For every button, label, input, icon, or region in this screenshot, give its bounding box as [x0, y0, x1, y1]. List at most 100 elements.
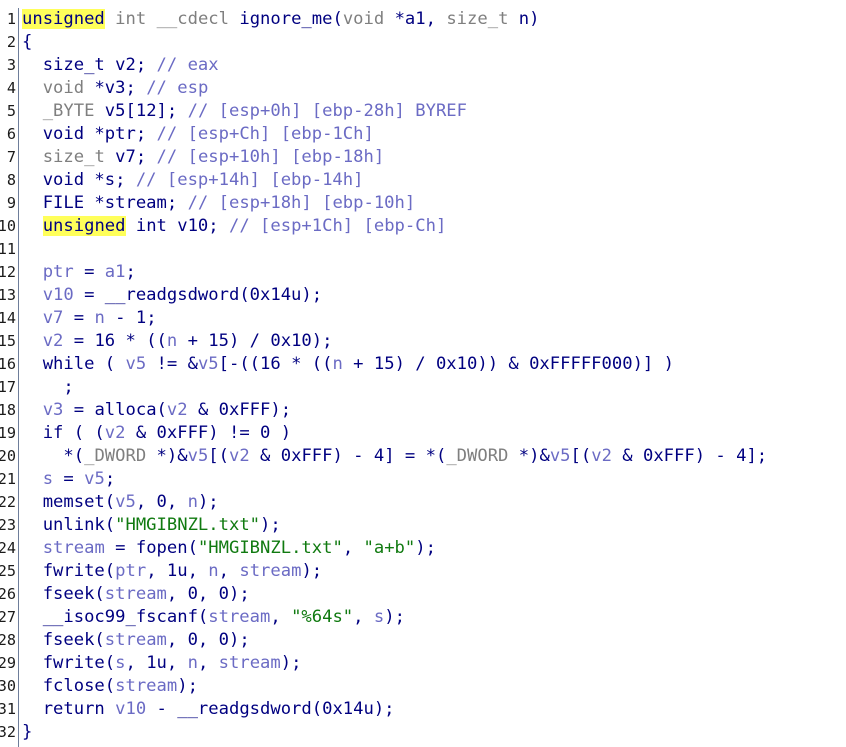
- code-token[interactable]: v2: [167, 400, 188, 420]
- code-token[interactable]: __isoc99_fscanf(: [22, 607, 209, 627]
- code-token[interactable]: size_t v2;: [22, 55, 157, 75]
- code-token[interactable]: [146, 9, 156, 29]
- code-token[interactable]: stream: [219, 653, 281, 673]
- code-line[interactable]: _BYTE v5[12]; // [esp+0h] [ebp-28h] BYRE…: [22, 100, 467, 123]
- code-token[interactable]: [22, 147, 43, 167]
- code-token[interactable]: stream: [208, 607, 270, 627]
- code-token[interactable]: [22, 101, 43, 121]
- code-token[interactable]: FILE *stream;: [22, 193, 188, 213]
- code-line[interactable]: return v10 - __readgsdword(0x14u);: [22, 698, 395, 721]
- code-token[interactable]: while (: [22, 354, 125, 374]
- code-token[interactable]: "HMGIBNZL.txt": [198, 538, 343, 558]
- code-line[interactable]: stream = fopen("HMGIBNZL.txt", "a+b");: [22, 537, 436, 560]
- highlighted-keyword[interactable]: unsigned: [22, 9, 105, 29]
- code-token[interactable]: v5: [115, 492, 136, 512]
- code-token[interactable]: return: [22, 699, 115, 719]
- code-line[interactable]: fclose(stream);: [22, 675, 198, 698]
- code-token[interactable]: v3: [43, 400, 64, 420]
- code-line[interactable]: size_t v7; // [esp+10h] [ebp-18h]: [22, 146, 385, 169]
- code-token[interactable]: // eax: [157, 55, 219, 75]
- code-token[interactable]: v5: [188, 446, 209, 466]
- code-token[interactable]: );: [384, 607, 405, 627]
- pseudocode-text[interactable]: unsigned int __cdecl ignore_me(void *a1,…: [22, 8, 842, 747]
- code-token[interactable]: [(: [208, 446, 229, 466]
- code-line[interactable]: if ( (v2 & 0xFFF) != 0 ): [22, 422, 291, 445]
- code-token[interactable]: size_t: [43, 147, 105, 167]
- code-token[interactable]: v2: [43, 331, 64, 351]
- code-token[interactable]: ptr: [115, 561, 146, 581]
- code-token[interactable]: stream: [105, 630, 167, 650]
- code-line[interactable]: while ( v5 != &v5[-((16 * ((n + 15) / 0x…: [22, 353, 674, 376]
- code-line[interactable]: v2 = 16 * ((n + 15) / 0x10);: [22, 330, 333, 353]
- code-token[interactable]: s: [374, 607, 384, 627]
- code-token[interactable]: // [esp+0h] [ebp-28h] BYREF: [188, 101, 467, 121]
- code-token[interactable]: = alloca(: [63, 400, 167, 420]
- code-token[interactable]: v5: [198, 354, 219, 374]
- highlighted-keyword[interactable]: unsigned: [42, 216, 126, 236]
- code-token[interactable]: - __readgsdword(0x14u);: [146, 699, 395, 719]
- code-line[interactable]: fwrite(ptr, 1u, n, stream);: [22, 560, 322, 583]
- code-token[interactable]: ,: [198, 653, 219, 673]
- code-token[interactable]: _BYTE: [43, 101, 95, 121]
- code-token[interactable]: v10: [43, 285, 74, 305]
- code-line[interactable]: s = v5;: [22, 468, 115, 491]
- code-token[interactable]: n: [208, 561, 218, 581]
- code-token[interactable]: // [esp+18h] [ebp-10h]: [188, 193, 416, 213]
- code-token[interactable]: {: [22, 32, 32, 52]
- code-line[interactable]: __isoc99_fscanf(stream, "%64s", s);: [22, 606, 405, 629]
- code-token[interactable]: fwrite(: [22, 653, 115, 673]
- code-token[interactable]: void: [343, 9, 384, 29]
- code-token[interactable]: fseek(: [22, 630, 105, 650]
- code-token[interactable]: "HMGIBNZL.txt": [115, 515, 260, 535]
- code-token[interactable]: fwrite(: [22, 561, 115, 581]
- code-token[interactable]: ignore_me(: [229, 9, 342, 29]
- code-line[interactable]: size_t v2; // eax: [22, 54, 219, 77]
- code-token[interactable]: [22, 308, 43, 328]
- code-token[interactable]: [22, 285, 43, 305]
- code-token[interactable]: n: [167, 331, 177, 351]
- code-line[interactable]: {: [22, 31, 32, 54]
- code-token[interactable]: [22, 400, 43, 420]
- code-line[interactable]: unsigned int __cdecl ignore_me(void *a1,…: [22, 8, 539, 31]
- code-token[interactable]: & 0xFFF) - 4];: [612, 446, 767, 466]
- code-line[interactable]: v7 = n - 1;: [22, 307, 157, 330]
- code-token[interactable]: [22, 78, 43, 98]
- code-line[interactable]: void *s; // [esp+14h] [ebp-14h]: [22, 169, 364, 192]
- code-token[interactable]: [22, 216, 43, 236]
- code-token[interactable]: & 0xFFF) - 4] = *(: [250, 446, 446, 466]
- code-token[interactable]: ,: [270, 607, 291, 627]
- code-token[interactable]: [22, 469, 43, 489]
- code-token[interactable]: [105, 9, 115, 29]
- code-token[interactable]: // [esp+1Ch] [ebp-Ch]: [229, 216, 446, 236]
- code-token[interactable]: ,: [219, 561, 240, 581]
- code-token[interactable]: v7;: [105, 147, 157, 167]
- code-token[interactable]: = fopen(: [105, 538, 198, 558]
- code-token[interactable]: n: [188, 492, 198, 512]
- code-token[interactable]: != &: [146, 354, 198, 374]
- code-token[interactable]: if ( (: [22, 423, 105, 443]
- code-token[interactable]: );: [177, 676, 198, 696]
- code-token[interactable]: [22, 262, 43, 282]
- code-line[interactable]: }: [22, 721, 32, 744]
- code-token[interactable]: = 16 * ((: [63, 331, 167, 351]
- code-token[interactable]: n: [188, 653, 198, 673]
- code-token[interactable]: __cdecl: [157, 9, 229, 29]
- code-token[interactable]: stream: [239, 561, 301, 581]
- code-line[interactable]: unsigned int v10; // [esp+1Ch] [ebp-Ch]: [22, 215, 446, 238]
- code-line[interactable]: ptr = a1;: [22, 261, 136, 284]
- code-token[interactable]: }: [22, 722, 32, 742]
- code-token[interactable]: memset(: [22, 492, 115, 512]
- code-token[interactable]: & 0xFFF);: [188, 400, 291, 420]
- code-token[interactable]: s: [43, 469, 53, 489]
- code-line[interactable]: fseek(stream, 0, 0);: [22, 629, 250, 652]
- code-token[interactable]: size_t: [446, 9, 508, 29]
- code-token[interactable]: );: [415, 538, 436, 558]
- code-token[interactable]: *)&: [146, 446, 188, 466]
- code-token[interactable]: stream: [115, 676, 177, 696]
- code-token[interactable]: _DWORD: [84, 446, 146, 466]
- code-token[interactable]: // [esp+14h] [ebp-14h]: [136, 170, 364, 190]
- code-token[interactable]: v5: [84, 469, 105, 489]
- code-token[interactable]: , 1u,: [126, 653, 188, 673]
- code-token[interactable]: );: [198, 492, 219, 512]
- code-token[interactable]: *(: [22, 446, 84, 466]
